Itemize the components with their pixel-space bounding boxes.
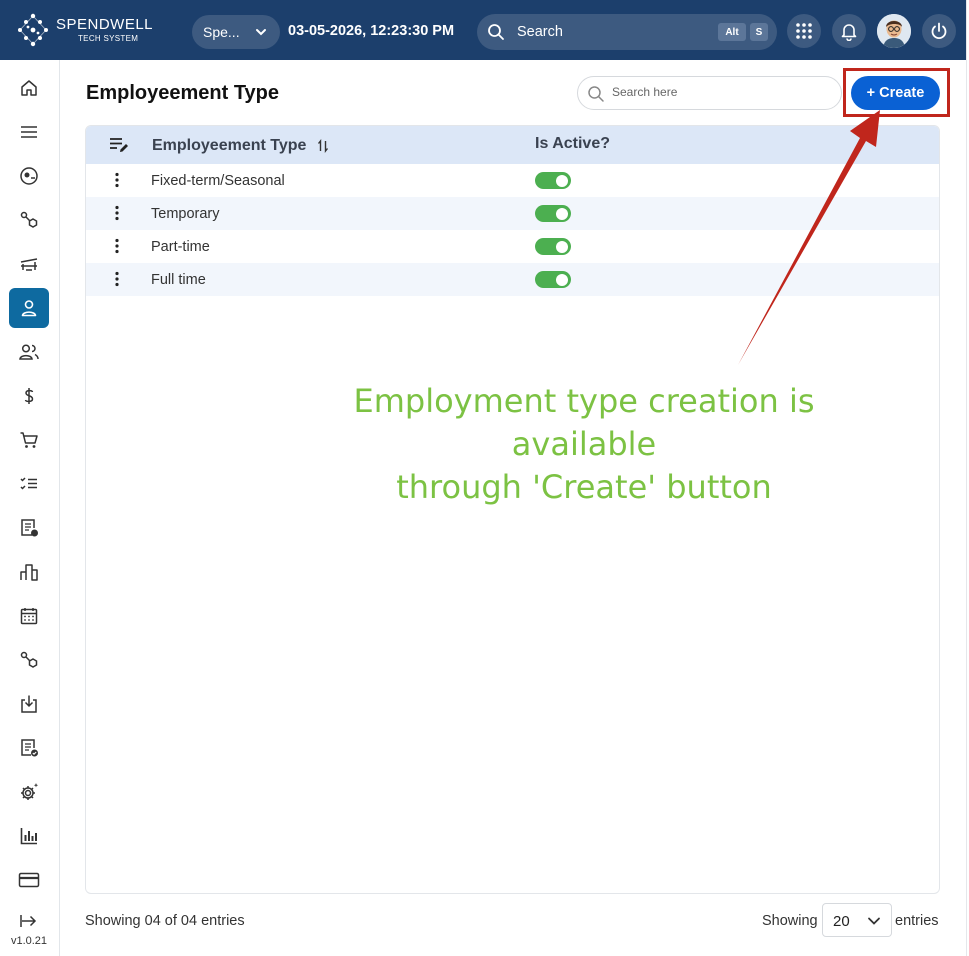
assets-icon	[20, 258, 38, 271]
chevron-down-icon	[256, 29, 266, 36]
entries-summary: Showing 04 of 04 entries	[85, 913, 245, 929]
shortcut-key-alt: Alt	[718, 23, 746, 41]
current-datetime: 03-05-2026, 12:23:30 PM	[288, 23, 455, 39]
analytics-icon	[20, 828, 37, 845]
sidebar-item-menu[interactable]	[9, 112, 49, 152]
notifications-button[interactable]	[832, 14, 866, 48]
row-actions-icon[interactable]	[114, 205, 120, 221]
annotation-line-1: Employment type creation is available	[353, 382, 815, 463]
logout-button[interactable]	[922, 14, 956, 48]
workflow-2-icon	[20, 651, 38, 668]
sidebar-item-home[interactable]	[9, 68, 49, 108]
row-actions-icon[interactable]	[114, 238, 120, 254]
is-active-toggle[interactable]	[535, 238, 571, 255]
avatar-icon	[877, 14, 911, 48]
page-size-select[interactable]: 20	[822, 903, 892, 937]
sidebar-item-reports[interactable]	[9, 508, 49, 548]
sidebar-item-users[interactable]	[9, 332, 49, 372]
sidebar-item-calendar[interactable]	[9, 596, 49, 636]
cell-employment-type: Temporary	[151, 206, 220, 222]
brand-logo[interactable]: SPENDWELL TECH SYSTEM	[16, 12, 153, 48]
annotation-text: Employment type creation is available th…	[296, 380, 872, 509]
sidebar-item-dashboard[interactable]	[9, 156, 49, 196]
is-active-toggle[interactable]	[535, 205, 571, 222]
cart-icon	[20, 432, 38, 448]
card-icon	[18, 872, 40, 888]
shortcut-key-s: S	[750, 23, 768, 41]
report-icon	[21, 519, 38, 537]
top-bar: SPENDWELL TECH SYSTEM Spe... 03-05-2026,…	[0, 0, 966, 60]
menu-icon	[21, 126, 37, 138]
sidebar-item-tasks[interactable]	[9, 464, 49, 504]
sidebar-item-analytics[interactable]	[9, 816, 49, 856]
workflow-icon	[20, 211, 38, 228]
sidebar-item-workflow[interactable]	[9, 200, 49, 240]
global-search[interactable]: Search Alt S	[477, 14, 777, 50]
table-header: Employeement Type Is Active?	[86, 126, 939, 164]
sidebar-item-finance[interactable]	[9, 376, 49, 416]
annotation-line-2: through 'Create' button	[396, 468, 772, 506]
sidebar-item-workflow-2[interactable]	[9, 640, 49, 680]
sort-icon[interactable]	[317, 139, 329, 153]
home-icon	[21, 80, 37, 96]
page-title: Employeement Type	[86, 82, 280, 104]
download-icon	[21, 695, 37, 713]
sidebar-item-import[interactable]	[9, 684, 49, 724]
is-active-toggle[interactable]	[535, 271, 571, 288]
entries-label: entries	[895, 913, 939, 929]
cell-employment-type: Full time	[151, 272, 206, 288]
company-select[interactable]: Spe...	[192, 15, 280, 49]
sidebar-item-settings[interactable]	[9, 772, 49, 812]
bell-icon	[841, 24, 857, 41]
table-search-input[interactable]	[612, 85, 832, 99]
table-row: Full time	[86, 263, 939, 296]
sidebar-item-assets[interactable]	[9, 244, 49, 284]
dollar-icon	[24, 388, 34, 404]
employee-icon	[21, 300, 37, 317]
search-icon	[588, 86, 604, 102]
chevron-down-icon	[868, 917, 880, 925]
apps-button[interactable]	[787, 14, 821, 48]
app-version: v1.0.21	[10, 935, 48, 947]
search-label: Search	[517, 24, 563, 40]
column-header-employment-type[interactable]: Employeement Type	[152, 137, 306, 155]
sidebar-item-billing[interactable]	[9, 860, 49, 900]
is-active-toggle[interactable]	[535, 172, 571, 189]
brand-tagline: TECH SYSTEM	[78, 34, 139, 43]
table-row: Fixed-term/Seasonal	[86, 164, 939, 197]
bar-blocks-icon	[20, 564, 38, 581]
page-size-value: 20	[833, 913, 850, 930]
apps-grid-icon	[796, 23, 812, 39]
approved-doc-icon	[21, 739, 38, 757]
table-row: Temporary	[86, 197, 939, 230]
row-actions-icon[interactable]	[114, 172, 120, 188]
sidebar-item-approvals[interactable]	[9, 728, 49, 768]
create-highlight-box	[843, 68, 950, 117]
search-icon	[488, 24, 504, 40]
sidebar-item-purchase[interactable]	[9, 420, 49, 460]
dashboard-icon	[20, 167, 38, 185]
table-search[interactable]	[577, 76, 842, 110]
users-icon	[19, 344, 39, 360]
user-avatar[interactable]	[877, 14, 911, 48]
row-actions-icon[interactable]	[114, 271, 120, 287]
sidebar-item-employee[interactable]	[9, 288, 49, 328]
page-size-label: Showing	[762, 913, 818, 929]
company-select-value: Spe...	[203, 24, 240, 40]
calendar-icon	[20, 608, 38, 625]
employment-type-table: Employeement Type Is Active? Fixed-term/…	[85, 125, 940, 894]
checklist-icon	[20, 477, 37, 490]
settings-icon	[21, 783, 39, 800]
sidebar: v1.0.21	[0, 60, 60, 956]
logo-icon	[18, 13, 48, 47]
cell-employment-type: Part-time	[151, 239, 210, 255]
brand-name: SPENDWELL	[56, 16, 154, 33]
sidebar-item-inventory[interactable]	[9, 552, 49, 592]
column-header-is-active: Is Active?	[535, 135, 610, 152]
table-row: Part-time	[86, 230, 939, 263]
cell-employment-type: Fixed-term/Seasonal	[151, 173, 285, 189]
power-icon	[931, 22, 947, 40]
column-edit-icon[interactable]	[109, 137, 129, 153]
collapse-icon	[20, 915, 37, 927]
